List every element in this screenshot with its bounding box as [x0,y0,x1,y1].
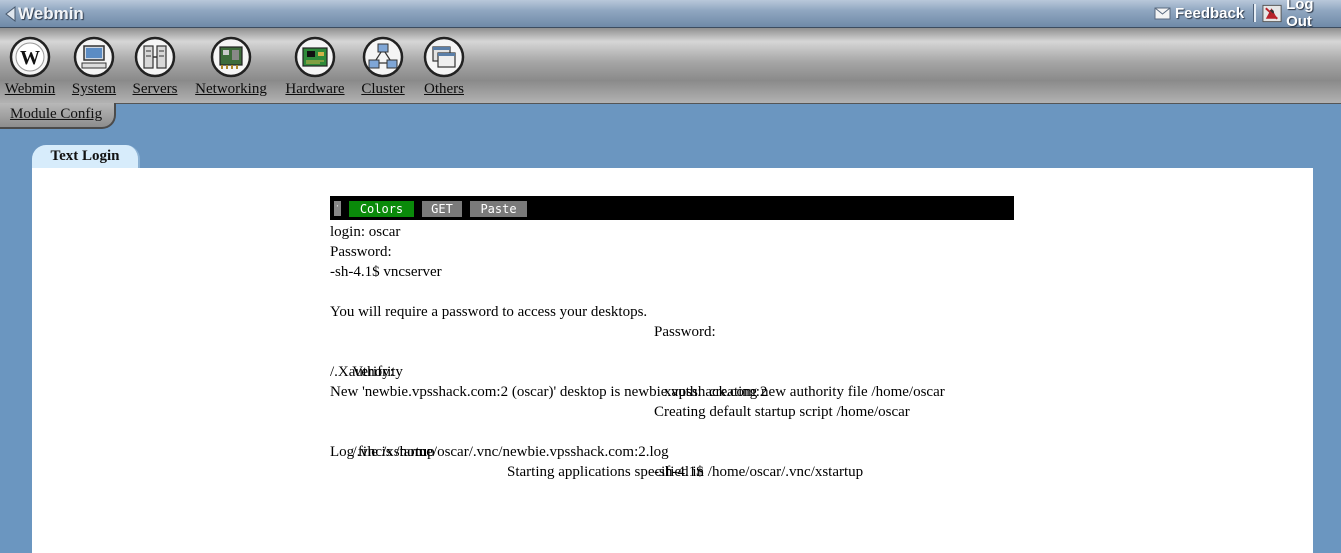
brand-title: Webmin [18,4,84,23]
tab-label: Text Login [50,148,120,164]
terminal-line: You will require a password to access yo… [330,304,648,320]
category-label: Cluster [361,81,405,97]
paste-button[interactable]: Paste [470,201,527,217]
computer-icon [73,36,115,78]
cluster-icon [362,36,404,78]
webmin-icon: W [9,36,51,78]
category-cluster[interactable]: Cluster [360,36,406,98]
terminal-line: New 'newbie.vpsshack.com:2 (oscar)' desk… [330,384,768,400]
category-label: Servers [132,81,178,97]
top-bar: Webmin Feedback Log Out [0,0,1341,30]
terminal-line: Password: [330,244,392,260]
get-button[interactable]: GET [422,201,462,217]
terminal-line: /.Xauthority [330,364,403,380]
terminal-line: Creating default startup script /home/os… [654,404,910,420]
servers-icon [134,36,176,78]
terminal-line: login: oscar [330,224,401,240]
category-label: Hardware [285,81,345,97]
module-config-tab: Module Config [0,103,116,129]
main-panel: · Colors GET Paste login: oscar Password… [32,168,1313,553]
windows-icon [423,36,465,78]
terminal-line: Log file is /home/oscar/.vnc/newbie.vpss… [330,444,669,460]
category-servers[interactable]: Servers [130,36,180,98]
tab-text-login[interactable]: Text Login [32,145,140,169]
category-toolbar: W Webmin System Servers Networking Hardw… [0,28,1341,104]
terminal-handle[interactable]: · [334,201,341,216]
logout-link[interactable]: Log Out [1262,0,1341,30]
terminal-line: /.vnc/xstartup Starting applications spe… [330,422,1014,480]
feedback-label: Feedback [1175,4,1245,22]
category-label: Others [424,81,464,97]
network-card-icon [210,36,252,78]
category-label: System [71,81,117,97]
category-hardware[interactable]: Hardware [282,36,348,98]
colors-button[interactable]: Colors [349,201,414,217]
category-webmin[interactable]: W Webmin [4,36,56,98]
webmin-brand[interactable]: Webmin [4,3,84,25]
module-config-link[interactable]: Module Config [10,106,102,123]
top-separator [1253,4,1256,22]
logout-label: Log Out [1286,0,1314,30]
webmin-logo-icon [5,5,16,23]
circuit-board-icon [294,36,336,78]
feedback-link[interactable]: Feedback [1154,3,1244,23]
svg-text:W: W [20,47,40,69]
category-networking[interactable]: Networking [193,36,269,98]
terminal-line: Password: [654,324,716,340]
category-label: Webmin [4,81,56,97]
terminal-toolbar: · Colors GET Paste [330,196,1014,220]
terminal-output[interactable]: login: oscar Password: -sh-4.1$ vncserve… [330,222,1014,482]
terminal-line: -sh-4.1$ vncserver [330,264,442,280]
category-system[interactable]: System [69,36,119,98]
envelope-icon [1154,7,1171,19]
terminal-prompt-line: -sh-4.1$ [654,464,704,480]
logout-icon [1262,4,1282,22]
category-label: Networking [195,81,267,97]
category-others[interactable]: Others [421,36,467,98]
terminal-line: Verify: xauth: creating new authority fi… [330,342,1014,400]
